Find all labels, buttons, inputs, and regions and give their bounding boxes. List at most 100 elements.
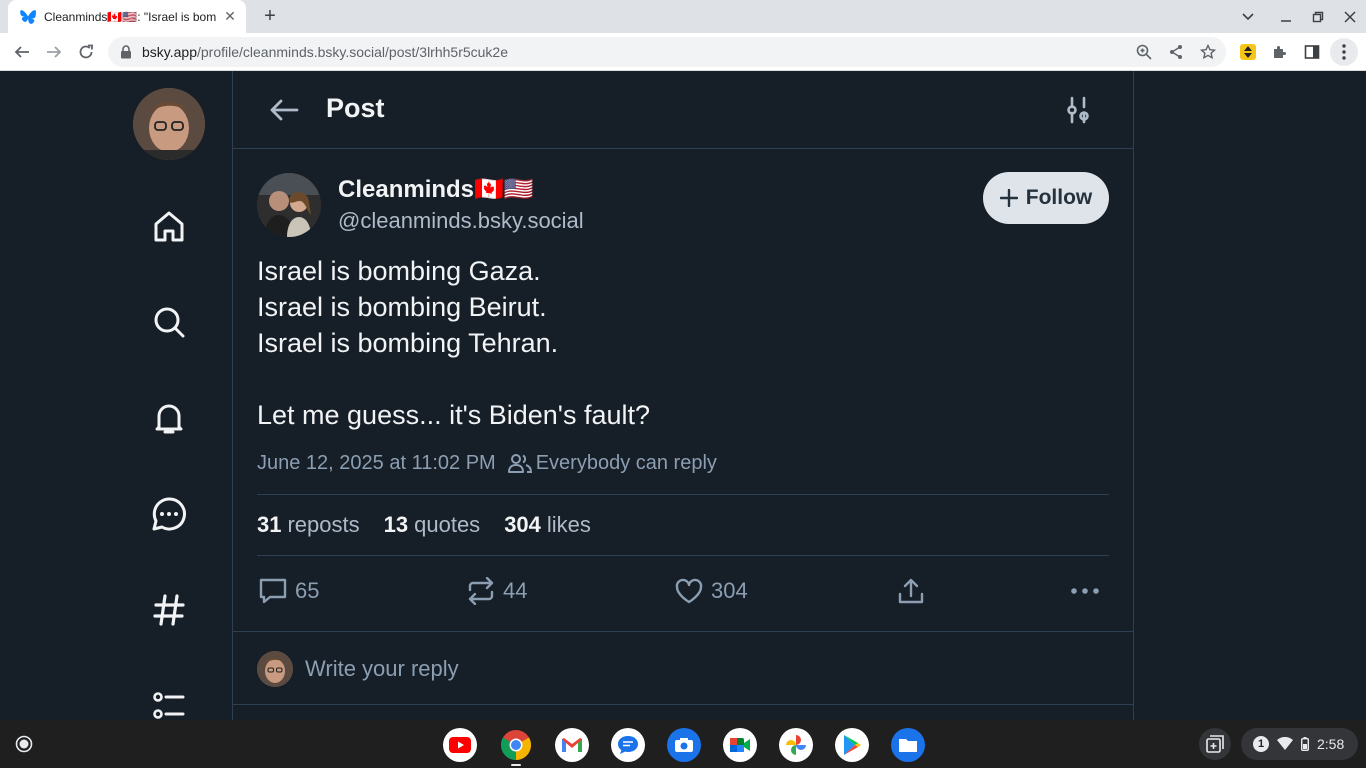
menu-kebab-icon[interactable] <box>1330 38 1358 66</box>
os-shelf: 1 2:58 <box>0 720 1366 768</box>
browser-toolbar: bsky.app/profile/cleanminds.bsky.social/… <box>0 33 1366 71</box>
messages-icon[interactable] <box>611 728 645 762</box>
engagement-stats: 31 reposts 13 quotes 304 likes <box>257 494 1109 556</box>
post-text-line: Israel is bombing Gaza. <box>257 256 541 286</box>
post-thread: Post Cleanminds🇨🇦🇺🇸 @cleanminds.bsky.soc… <box>232 71 1134 720</box>
post-text: Israel is bombing Gaza. Israel is bombin… <box>257 253 650 433</box>
bookmark-star-icon[interactable] <box>1196 40 1220 64</box>
share-upload-icon <box>895 575 927 607</box>
reply-bubble-icon <box>257 575 289 607</box>
notification-badge: 1 <box>1253 736 1269 752</box>
post-text-line: Let me guess... it's Biden's fault? <box>257 400 651 430</box>
files-icon[interactable] <box>891 728 925 762</box>
address-bar[interactable]: bsky.app/profile/cleanminds.bsky.social/… <box>108 37 1226 67</box>
share-icon[interactable] <box>1164 40 1188 64</box>
tab-strip: Cleanminds🇨🇦🇺🇸: "Israel is bombing Gaza.… <box>0 0 1366 33</box>
like-count: 304 <box>711 578 748 603</box>
launcher-icon[interactable] <box>8 728 40 760</box>
gmail-icon[interactable] <box>555 728 589 762</box>
bluesky-favicon-icon <box>20 9 36 25</box>
play-store-icon[interactable] <box>835 728 869 762</box>
reply-setting: Everybody can reply <box>535 451 717 474</box>
ellipsis-icon <box>1069 575 1101 607</box>
quotes-label: quotes <box>414 512 481 537</box>
reply-button[interactable]: 65 <box>257 573 319 609</box>
author-avatar[interactable] <box>257 173 321 237</box>
likes-label: likes <box>546 512 591 537</box>
author-display-name[interactable]: Cleanminds🇨🇦🇺🇸 <box>338 175 534 204</box>
zoom-icon[interactable] <box>1132 40 1156 64</box>
tab-close-icon[interactable]: ✕ <box>222 8 238 25</box>
post-text-line: Israel is bombing Tehran. <box>257 328 559 358</box>
tote-icon[interactable] <box>1199 728 1231 760</box>
reply-count: 65 <box>295 578 320 603</box>
plus-icon <box>999 189 1018 207</box>
chat-icon[interactable] <box>150 495 188 533</box>
likes-count: 304 <box>504 512 541 537</box>
thread-settings-sliders-icon[interactable] <box>1061 93 1095 127</box>
photos-icon[interactable] <box>779 728 813 762</box>
page-title: Post <box>326 93 385 123</box>
restore-icon[interactable] <box>1302 0 1334 33</box>
repost-button[interactable]: 44 <box>465 573 527 609</box>
url-host: bsky.app <box>142 44 197 60</box>
close-window-icon[interactable] <box>1334 0 1366 33</box>
clock-time: 2:58 <box>1317 736 1345 752</box>
feeds-hashtag-icon[interactable] <box>150 591 188 629</box>
tab-search-icon[interactable] <box>1232 0 1264 33</box>
lock-icon <box>120 45 134 59</box>
chrome-icon[interactable] <box>499 728 533 762</box>
home-icon[interactable] <box>150 207 188 245</box>
reply-composer[interactable]: Write your reply <box>233 631 1133 705</box>
battery-icon <box>1301 737 1309 751</box>
reply-avatar <box>257 651 293 687</box>
people-icon <box>507 451 532 475</box>
my-avatar[interactable] <box>133 88 205 160</box>
likes-stat[interactable]: 304 likes <box>504 512 591 538</box>
browser-tab[interactable]: Cleanminds🇨🇦🇺🇸: "Israel is bombing Gaza.… <box>8 0 246 33</box>
left-nav <box>120 71 220 720</box>
side-panel-icon[interactable] <box>1298 38 1326 66</box>
post-text-line: Israel is bombing Beirut. <box>257 292 547 322</box>
post-header: Post <box>233 71 1133 149</box>
post-meta: June 12, 2025 at 11:02 PM Everybody can … <box>257 451 717 475</box>
wifi-icon <box>1277 737 1293 750</box>
search-icon[interactable] <box>150 303 188 341</box>
back-icon[interactable] <box>8 38 36 66</box>
reply-placeholder[interactable]: Write your reply <box>305 656 459 682</box>
post-text-line <box>257 361 650 397</box>
post-timestamp[interactable]: June 12, 2025 at 11:02 PM <box>257 452 496 475</box>
extension-icon[interactable] <box>1234 38 1262 66</box>
status-tray[interactable]: 1 2:58 <box>1241 728 1358 760</box>
camera-icon[interactable] <box>667 728 701 762</box>
page: Post Cleanminds🇨🇦🇺🇸 @cleanminds.bsky.soc… <box>0 71 1366 720</box>
back-arrow-icon[interactable] <box>267 93 301 127</box>
minimize-icon[interactable] <box>1270 0 1302 33</box>
quotes-stat[interactable]: 13 quotes <box>384 512 481 538</box>
active-app-indicator <box>511 764 521 766</box>
quotes-count: 13 <box>383 512 409 537</box>
notifications-bell-icon[interactable] <box>150 399 188 437</box>
forward-icon[interactable] <box>40 38 68 66</box>
repost-count: 44 <box>503 578 528 603</box>
new-tab-button[interactable]: + <box>258 5 282 27</box>
youtube-icon[interactable] <box>443 728 477 762</box>
reposts-count: 31 <box>257 512 282 537</box>
url-path: /profile/cleanminds.bsky.social/post/3lr… <box>197 44 509 60</box>
extensions-puzzle-icon[interactable] <box>1266 38 1294 66</box>
reload-icon[interactable] <box>72 38 100 66</box>
repost-icon <box>465 575 497 607</box>
share-button[interactable] <box>895 573 927 609</box>
author-handle[interactable]: @cleanminds.bsky.social <box>338 208 584 234</box>
tab-title: Cleanminds🇨🇦🇺🇸: "Israel is bombing Gaza.… <box>44 9 216 24</box>
reposts-label: reposts <box>287 512 360 537</box>
reposts-stat[interactable]: 31 reposts <box>257 512 360 538</box>
more-options-button[interactable] <box>1069 573 1101 609</box>
follow-label: Follow <box>1025 186 1093 209</box>
like-button[interactable]: 304 <box>673 573 748 609</box>
meet-icon[interactable] <box>723 728 757 762</box>
follow-button[interactable]: Follow <box>983 172 1109 224</box>
heart-icon <box>673 575 705 607</box>
lists-icon[interactable] <box>150 687 188 720</box>
url-text: bsky.app/profile/cleanminds.bsky.social/… <box>142 44 508 60</box>
